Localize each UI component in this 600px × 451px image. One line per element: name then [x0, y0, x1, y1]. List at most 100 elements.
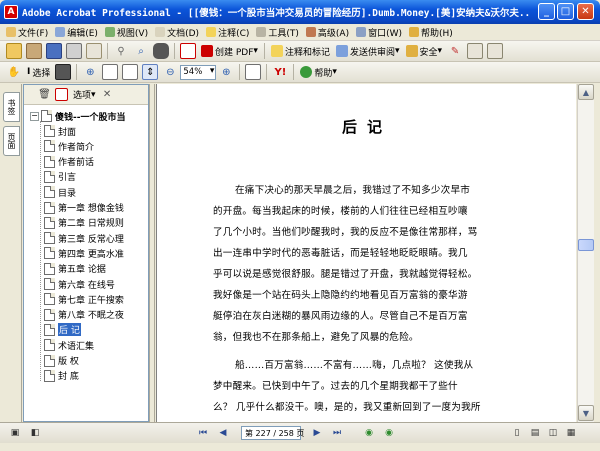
bookmark-item[interactable]: 封 底	[44, 369, 79, 383]
zoom-out-icon[interactable]: ⊖	[162, 64, 178, 80]
fit-page-icon[interactable]	[122, 64, 139, 80]
bookmark-item[interactable]: 术语汇集	[44, 338, 94, 352]
zoom-level-input[interactable]: 54%	[180, 64, 217, 80]
vertical-scrollbar[interactable]: ▲ ▼	[577, 84, 594, 422]
navigation-tabs-strip: 书签 页面	[0, 84, 22, 422]
first-page-button[interactable]: ⏮	[196, 426, 210, 440]
sign-pen-icon[interactable]: ✎	[447, 43, 463, 59]
menu-help[interactable]: 帮助(H)	[409, 26, 453, 39]
comment-markup-button[interactable]: 注释和标记	[270, 45, 330, 58]
bookmark-label: 封 底	[58, 372, 79, 383]
tab-bookmarks[interactable]: 书签	[3, 92, 20, 122]
bookmark-item[interactable]: 第三章 反常心理	[44, 231, 124, 245]
separator	[76, 64, 78, 80]
rotate-view-icon[interactable]	[245, 64, 262, 80]
bookmark-label: 第三章 反常心理	[58, 234, 124, 245]
zoom-tool-icon[interactable]: ⊕	[82, 64, 98, 80]
binoculars-icon[interactable]	[153, 43, 169, 59]
bookmark-item[interactable]: 后 记	[44, 323, 81, 337]
panel-close-icon[interactable]: ✕	[101, 88, 114, 101]
hide-navigation-icon[interactable]: ◧	[28, 426, 42, 440]
help-button[interactable]: 帮助 ▾	[300, 66, 337, 79]
save-icon[interactable]	[46, 43, 62, 59]
menu-comments[interactable]: 注释(C)	[206, 26, 249, 39]
bookmark-item[interactable]: 第八章 不眠之夜	[44, 308, 124, 322]
bookmark-item[interactable]: 作者前话	[44, 155, 94, 169]
scroll-down-button[interactable]: ▼	[578, 405, 594, 421]
document-text-line: 翁，但我也不在那条船上，避免了风暴的危险。	[213, 332, 419, 343]
collapse-icon[interactable]: −	[30, 111, 39, 121]
status-bar: ▣ ◧ ⏮ ◀ 第 227 / 258 页 ▶ ⏭ ◉ ◉ ▯ ▤ ◫ ▦	[0, 422, 600, 443]
last-page-button[interactable]: ⏭	[330, 426, 344, 440]
tab-pages[interactable]: 页面	[3, 126, 20, 156]
page-number-field[interactable]: 第 227 / 258 页	[241, 426, 304, 440]
bookmark-item[interactable]: 第二章 日常规则	[44, 216, 124, 230]
fit-width-icon[interactable]: ⇕	[142, 64, 159, 80]
send-for-review-button[interactable]: 发送供审阅 ▾	[335, 45, 400, 58]
scroll-thumb[interactable]	[578, 239, 594, 251]
menu-advanced[interactable]: 高级(A)	[305, 26, 349, 39]
menu-document[interactable]: 文档(D)	[155, 26, 199, 39]
scroll-up-button[interactable]: ▲	[578, 84, 594, 100]
print-icon[interactable]	[66, 43, 82, 59]
tools-menu-icon	[256, 27, 267, 37]
create-pdf-button[interactable]: 创建 PDF ▾	[201, 45, 258, 58]
previous-view-button[interactable]: ◉	[362, 426, 376, 440]
window-menu-icon	[356, 27, 367, 37]
actual-size-icon[interactable]	[102, 64, 119, 80]
bookmark-item[interactable]: 目录	[44, 185, 76, 199]
panel-splitter[interactable]	[149, 84, 155, 422]
single-page-icon[interactable]: ▯	[510, 426, 524, 440]
bookmark-page-icon	[41, 110, 52, 122]
menu-file[interactable]: 文件(F)	[6, 26, 48, 39]
minimize-button[interactable]: _	[538, 3, 555, 20]
email-icon[interactable]	[86, 43, 102, 59]
acrobat-app-icon[interactable]: A	[4, 5, 18, 19]
search-icon[interactable]: ⌕	[133, 43, 149, 59]
bookmark-label: 封面	[58, 127, 77, 138]
advanced-menu-icon	[305, 27, 316, 37]
bookmark-item[interactable]: 版 权	[44, 354, 79, 368]
organizer-icon[interactable]	[26, 43, 42, 59]
pdf-page-icon[interactable]	[180, 43, 196, 59]
zoom-in-icon[interactable]: ⊕	[218, 64, 234, 80]
facing-icon[interactable]: ◫	[546, 426, 560, 440]
bookmark-label: 第四章 更高水准	[58, 249, 124, 260]
snapshot-icon[interactable]	[55, 64, 72, 80]
secure-button[interactable]: 安全 ▾	[405, 45, 442, 58]
attach-icon[interactable]: ⚲	[113, 43, 129, 59]
tasks-icon[interactable]	[487, 43, 504, 59]
menu-window[interactable]: 窗口(W)	[356, 26, 402, 39]
new-bookmark-icon[interactable]	[55, 88, 68, 101]
bookmark-page-icon	[44, 308, 55, 321]
bookmark-item[interactable]: 第四章 更高水准	[44, 246, 124, 260]
yahoo-toolbar-icon[interactable]: Y!	[272, 64, 288, 80]
bookmark-options-button[interactable]: 选项 ▾	[73, 88, 96, 102]
hand-tool-icon[interactable]: ✋	[6, 64, 22, 80]
delete-bookmark-icon[interactable]: 🗑	[38, 88, 51, 101]
continuous-facing-icon[interactable]: ▦	[564, 426, 578, 440]
next-page-button[interactable]: ▶	[310, 426, 324, 440]
bookmark-item[interactable]: 第五章 论据	[44, 262, 106, 276]
bookmark-page-icon	[44, 323, 55, 336]
menu-tools[interactable]: 工具(T)	[256, 26, 299, 39]
maximize-button[interactable]: □	[557, 3, 574, 20]
bookmark-item[interactable]: 引言	[44, 170, 76, 184]
select-tool-button[interactable]: I 选择	[27, 66, 50, 79]
continuous-icon[interactable]: ▤	[528, 426, 542, 440]
open-icon[interactable]	[6, 43, 22, 59]
bookmark-item[interactable]: 第一章 想像金钱	[44, 201, 124, 215]
form-icon[interactable]	[467, 43, 484, 59]
bookmark-root[interactable]: − 傻钱--一个股市当	[30, 109, 125, 123]
bookmarks-tree: − 傻钱--一个股市当 封面 作者简介作者前话 引言 目录第一章 想像金钱 第二章 日常…	[24, 107, 148, 421]
bookmark-label: 版 权	[58, 357, 79, 367]
menu-view[interactable]: 视图(V)	[104, 26, 148, 39]
close-button[interactable]: ✕	[577, 3, 594, 20]
bookmark-item[interactable]: 第七章 正午搜索	[44, 292, 124, 306]
next-view-button[interactable]: ◉	[382, 426, 396, 440]
menu-edit[interactable]: 编辑(E)	[55, 26, 98, 39]
bookmark-item[interactable]: 作者简介	[44, 139, 94, 153]
bookmark-item[interactable]: 封面	[44, 124, 76, 138]
bookmark-item[interactable]: 第六章 在线号	[44, 277, 115, 291]
previous-page-button[interactable]: ◀	[216, 426, 230, 440]
